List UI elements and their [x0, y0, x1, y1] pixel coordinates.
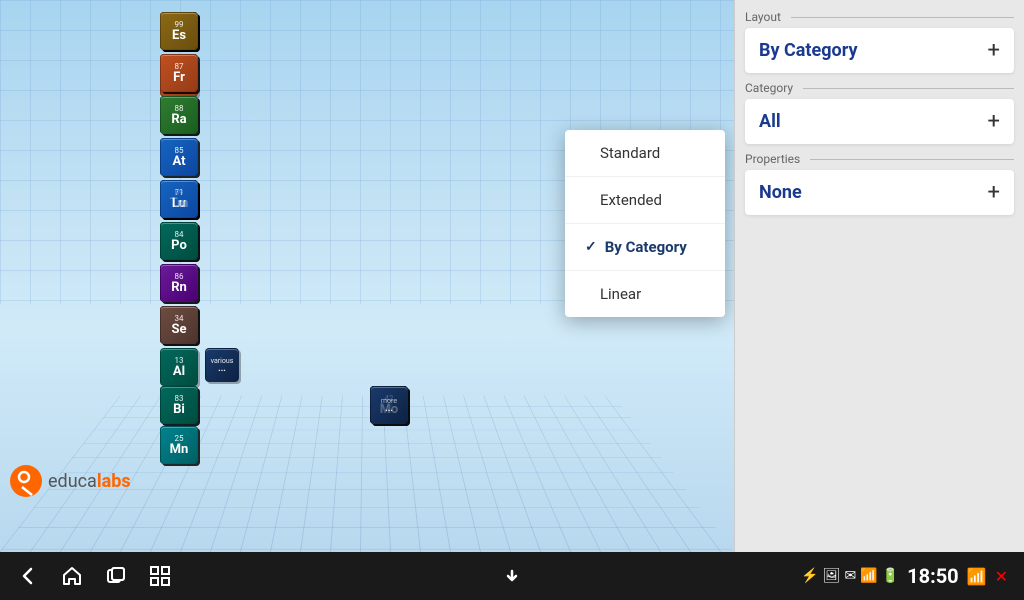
usb-icon: ⚡: [801, 568, 818, 584]
dropdown-item-standard[interactable]: Standard: [565, 130, 725, 177]
signal-icon: 📶: [860, 568, 877, 584]
element-Se[interactable]: 34Se: [160, 306, 198, 344]
element-Po[interactable]: 84Po: [160, 222, 198, 260]
layout-section: Layout By Category +: [745, 10, 1014, 73]
canvas-area: 89Ac 90Th 91Pa 92U 93Np 94Pu 95Am 96Cm 9…: [0, 0, 734, 552]
taskbar-left: [16, 564, 172, 588]
category-section: Category All +: [745, 81, 1014, 144]
taskbar-center: [500, 564, 524, 588]
layout-dropdown: Standard Extended ✓ By Category Linear: [565, 130, 725, 317]
dropdown-item-by-category[interactable]: ✓ By Category: [565, 224, 725, 271]
battery-icon: 🔋: [882, 568, 899, 584]
wifi-icon: 📶: [967, 567, 987, 586]
element-Fr[interactable]: 87Fr: [160, 54, 198, 92]
app: 89Ac 90Th 91Pa 92U 93Np 94Pu 95Am 96Cm 9…: [0, 0, 1024, 600]
element-Rn[interactable]: 86Rn: [160, 264, 198, 302]
element-At[interactable]: 85At: [160, 138, 198, 176]
category-label: Category: [745, 81, 1014, 95]
minimize-button[interactable]: [500, 564, 524, 588]
screenshot-button[interactable]: [148, 564, 172, 588]
home-button[interactable]: [60, 564, 84, 588]
back-button[interactable]: [16, 564, 40, 588]
mail-icon: ✉: [845, 568, 857, 584]
layout-label: Layout: [745, 10, 1014, 24]
right-panel: Layout By Category + Category All + Prop…: [734, 0, 1024, 552]
recents-button[interactable]: [104, 564, 128, 588]
status-icons: ⚡ 🖼 ✉ 📶 🔋: [801, 568, 899, 584]
logo-text: educalabs: [48, 471, 131, 492]
category-plus[interactable]: +: [988, 109, 1000, 134]
element-r1[interactable]: various...: [205, 348, 239, 382]
layout-value[interactable]: By Category +: [745, 28, 1014, 73]
element-Al[interactable]: 13Al: [160, 348, 198, 386]
dropdown-item-linear[interactable]: Linear: [565, 271, 725, 317]
dropdown-item-extended[interactable]: Extended: [565, 177, 725, 224]
element-Mn[interactable]: 25Mn: [160, 426, 198, 464]
element-Es[interactable]: 99Es: [160, 12, 198, 50]
photos-icon: 🖼: [823, 568, 841, 584]
properties-plus[interactable]: +: [988, 180, 1000, 205]
element-Lu[interactable]: 71Lu: [160, 180, 198, 218]
element-Bi[interactable]: 83Bi: [160, 386, 198, 424]
logo-icon: [10, 465, 42, 497]
properties-section: Properties None +: [745, 152, 1014, 215]
element-Tc[interactable]: more...: [370, 386, 408, 424]
properties-value[interactable]: None +: [745, 170, 1014, 215]
time-display: 18:50: [907, 564, 959, 588]
layout-plus[interactable]: +: [988, 38, 1000, 63]
taskbar: ⚡ 🖼 ✉ 📶 🔋 18:50 📶 ✕: [0, 552, 1024, 600]
element-Ra[interactable]: 88Ra: [160, 96, 198, 134]
taskbar-right: ⚡ 🖼 ✉ 📶 🔋 18:50 📶 ✕: [801, 564, 1008, 588]
battery-charging-icon: ✕: [995, 567, 1008, 586]
properties-label: Properties: [745, 152, 1014, 166]
main-area: 89Ac 90Th 91Pa 92U 93Np 94Pu 95Am 96Cm 9…: [0, 0, 1024, 552]
category-value[interactable]: All +: [745, 99, 1014, 144]
logo-area: educalabs: [10, 465, 131, 497]
